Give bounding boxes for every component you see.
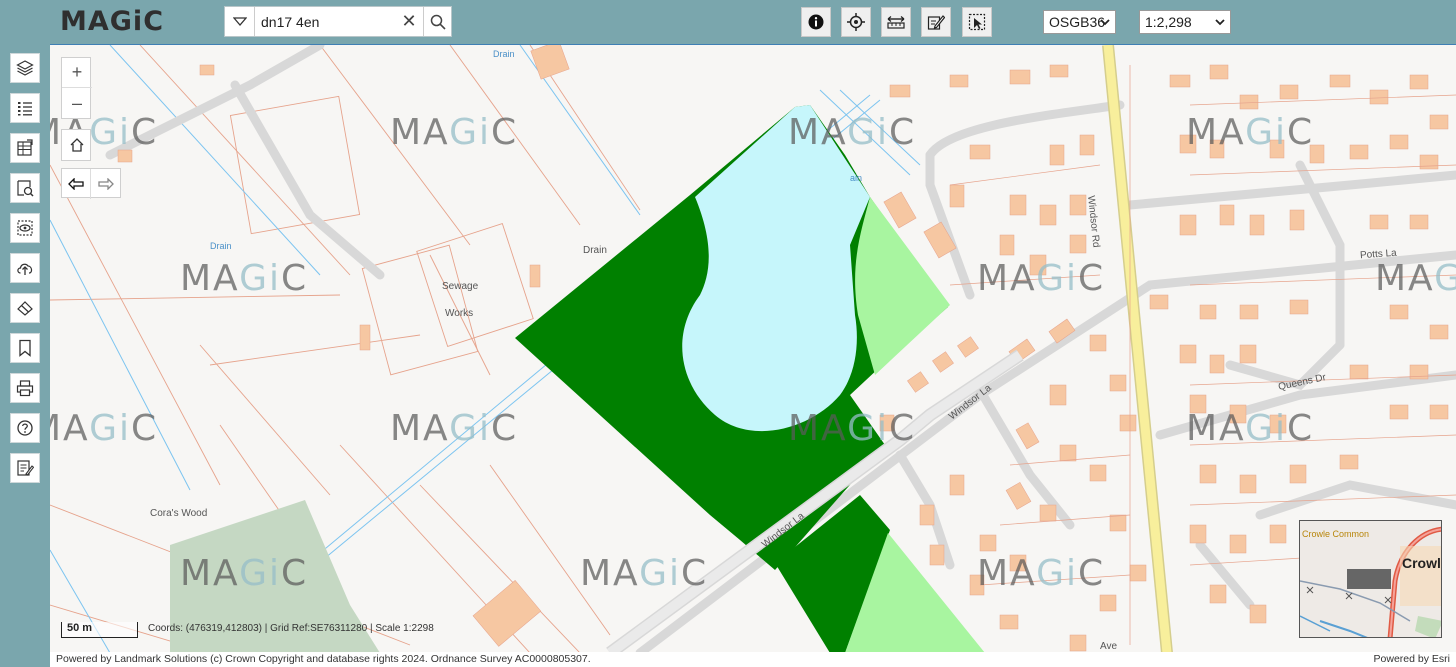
view-button[interactable] <box>10 213 40 243</box>
select-icon <box>968 13 986 31</box>
report-icon <box>17 460 34 476</box>
watermark: MAGiC <box>390 112 519 153</box>
label-drain-left: Drain <box>210 241 232 251</box>
arrow-right-icon <box>97 178 114 190</box>
label-ave: Ave <box>1100 641 1118 652</box>
overview-map[interactable]: Crowle Common Crowl <box>1299 520 1442 638</box>
select-button[interactable] <box>962 7 992 37</box>
bookmark-icon <box>19 339 31 357</box>
search-button[interactable] <box>423 7 451 36</box>
home-icon <box>70 138 84 152</box>
previous-extent-button[interactable] <box>62 169 92 199</box>
label-drain-right: ain <box>850 173 863 183</box>
watermark: MAGiC <box>788 112 917 153</box>
watermark: MAGiC <box>50 408 159 449</box>
zoom-controls: + – <box>61 57 92 119</box>
view-icon <box>17 220 33 236</box>
bookmark-button[interactable] <box>10 333 40 363</box>
home-button[interactable] <box>61 129 91 161</box>
arrow-left-icon <box>68 178 84 190</box>
label-works: Works <box>445 308 474 319</box>
watermark: MAGiC <box>788 408 917 449</box>
watermark: MAGiC <box>1186 112 1315 153</box>
top-bar: MAGiC ✕ OSGB36 1:2,298 <box>0 0 1456 44</box>
zoom-out-button[interactable]: – <box>62 88 92 118</box>
help-icon <box>17 420 33 436</box>
powered-by-esri[interactable]: Powered by Esri <box>1374 653 1450 665</box>
print-icon <box>16 380 34 397</box>
layers-button[interactable] <box>10 53 40 83</box>
info-icon <box>808 14 824 30</box>
legend-button[interactable] <box>10 93 40 123</box>
watermark: MAGiC <box>977 258 1106 299</box>
magic-logo[interactable]: MAGiC <box>60 6 164 37</box>
info-button[interactable] <box>801 7 831 37</box>
legend-icon <box>18 102 32 116</box>
overview-label-crowle: Crowl <box>1402 555 1441 571</box>
identify-button[interactable] <box>10 173 40 203</box>
draw-icon <box>927 15 945 30</box>
watermark: MAGiC <box>390 408 519 449</box>
table-button[interactable] <box>10 133 40 163</box>
extent-nav <box>61 168 121 199</box>
sidebar <box>0 44 50 667</box>
print-button[interactable] <box>10 373 40 403</box>
label-drain-top: Drain <box>493 49 515 59</box>
projection-value: OSGB36 <box>1049 14 1106 30</box>
clear-search-button[interactable]: ✕ <box>395 7 423 36</box>
eraser-button[interactable] <box>10 293 40 323</box>
label-coras-wood: Cora's Wood <box>150 508 208 519</box>
watermark: MAGiC <box>180 553 309 594</box>
locate-icon <box>847 13 865 31</box>
upload-button[interactable] <box>10 253 40 283</box>
attribution-text: Powered by Landmark Solutions (c) Crown … <box>56 653 591 665</box>
attribution-bar: Powered by Landmark Solutions (c) Crown … <box>50 652 1456 667</box>
layers-icon <box>16 60 34 76</box>
close-icon: ✕ <box>401 11 417 31</box>
locate-button[interactable] <box>841 7 871 37</box>
watermark: MAGiC <box>180 258 309 299</box>
search-type-dropdown[interactable] <box>225 7 255 36</box>
eraser-icon <box>17 301 33 316</box>
chevron-down-icon <box>1100 19 1110 26</box>
next-extent-button[interactable] <box>91 169 120 199</box>
identify-icon <box>17 180 34 197</box>
measure-button[interactable] <box>881 7 911 37</box>
measure-icon <box>887 16 905 29</box>
watermark: MAGiC <box>580 553 709 594</box>
chevron-down-icon <box>232 16 247 26</box>
watermark: MAGiC <box>1375 258 1456 299</box>
watermark: MAGiC <box>977 553 1106 594</box>
scale-value: 1:2,298 <box>1145 14 1192 30</box>
watermark: MAGiC <box>1186 408 1315 449</box>
draw-button[interactable] <box>921 7 951 37</box>
scale-select[interactable]: 1:2,298 <box>1139 10 1231 34</box>
search-icon <box>430 14 446 30</box>
map-view[interactable]: Drain Drain Drain ain Sewage Works Cora'… <box>50 44 1456 652</box>
table-icon <box>17 139 33 156</box>
upload-icon <box>17 263 33 275</box>
label-sewage: Sewage <box>442 281 479 292</box>
zoom-in-button[interactable]: + <box>62 58 92 88</box>
label-drain-mid: Drain <box>583 245 607 256</box>
scale-bar: 50 m <box>61 622 138 638</box>
search-box: ✕ <box>224 6 452 37</box>
report-button[interactable] <box>10 453 40 483</box>
home-button-inner[interactable] <box>62 130 92 160</box>
coords-readout: Coords: (476319,412803) | Grid Ref:SE763… <box>148 623 434 634</box>
help-button[interactable] <box>10 413 40 443</box>
chevron-down-icon <box>1215 19 1225 26</box>
projection-select[interactable]: OSGB36 <box>1043 10 1116 34</box>
search-input[interactable] <box>255 7 395 36</box>
overview-label-crowle-common: Crowle Common <box>1302 529 1370 539</box>
